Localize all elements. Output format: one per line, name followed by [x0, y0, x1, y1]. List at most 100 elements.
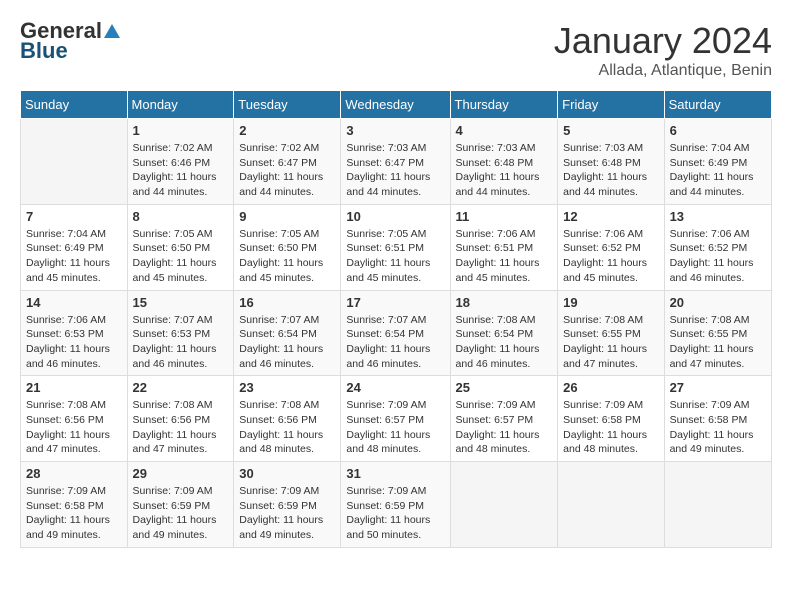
calendar-cell: 6 Sunrise: 7:04 AMSunset: 6:49 PMDaylight… — [664, 119, 771, 205]
calendar-cell — [664, 462, 771, 548]
day-info: Sunrise: 7:09 AMSunset: 6:57 PMDaylight:… — [456, 398, 553, 457]
day-info: Sunrise: 7:08 AMSunset: 6:56 PMDaylight:… — [133, 398, 229, 457]
day-info: Sunrise: 7:05 AMSunset: 6:50 PMDaylight:… — [133, 227, 229, 286]
page-header: General Blue January 2024 Allada, Atlant… — [20, 20, 772, 80]
calendar-cell: 15 Sunrise: 7:07 AMSunset: 6:53 PMDayligh… — [127, 290, 234, 376]
calendar-cell: 29 Sunrise: 7:09 AMSunset: 6:59 PMDayligh… — [127, 462, 234, 548]
day-number: 30 — [239, 466, 335, 481]
day-info: Sunrise: 7:07 AMSunset: 6:54 PMDaylight:… — [239, 313, 335, 372]
day-info: Sunrise: 7:09 AMSunset: 6:59 PMDaylight:… — [346, 484, 444, 543]
weekday-header-wednesday: Wednesday — [341, 91, 450, 119]
calendar-table: SundayMondayTuesdayWednesdayThursdayFrid… — [20, 90, 772, 548]
day-info: Sunrise: 7:09 AMSunset: 6:57 PMDaylight:… — [346, 398, 444, 457]
day-number: 27 — [670, 380, 766, 395]
day-number: 3 — [346, 123, 444, 138]
calendar-cell: 19 Sunrise: 7:08 AMSunset: 6:55 PMDayligh… — [558, 290, 664, 376]
calendar-cell: 26 Sunrise: 7:09 AMSunset: 6:58 PMDayligh… — [558, 376, 664, 462]
day-info: Sunrise: 7:02 AMSunset: 6:46 PMDaylight:… — [133, 141, 229, 200]
calendar-cell — [21, 119, 128, 205]
day-info: Sunrise: 7:06 AMSunset: 6:51 PMDaylight:… — [456, 227, 553, 286]
day-number: 5 — [563, 123, 658, 138]
day-number: 9 — [239, 209, 335, 224]
calendar-cell: 31 Sunrise: 7:09 AMSunset: 6:59 PMDayligh… — [341, 462, 450, 548]
calendar-cell: 10 Sunrise: 7:05 AMSunset: 6:51 PMDayligh… — [341, 204, 450, 290]
day-number: 11 — [456, 209, 553, 224]
day-info: Sunrise: 7:09 AMSunset: 6:58 PMDaylight:… — [563, 398, 658, 457]
calendar-cell: 1 Sunrise: 7:02 AMSunset: 6:46 PMDaylight… — [127, 119, 234, 205]
day-number: 26 — [563, 380, 658, 395]
day-info: Sunrise: 7:04 AMSunset: 6:49 PMDaylight:… — [670, 141, 766, 200]
calendar-cell — [558, 462, 664, 548]
day-number: 6 — [670, 123, 766, 138]
day-number: 1 — [133, 123, 229, 138]
day-info: Sunrise: 7:08 AMSunset: 6:56 PMDaylight:… — [239, 398, 335, 457]
day-number: 21 — [26, 380, 122, 395]
calendar-cell: 5 Sunrise: 7:03 AMSunset: 6:48 PMDaylight… — [558, 119, 664, 205]
calendar-week-row: 14 Sunrise: 7:06 AMSunset: 6:53 PMDayligh… — [21, 290, 772, 376]
calendar-cell: 28Sunrise: 7:09 AMSunset: 6:58 PMDayligh… — [21, 462, 128, 548]
weekday-header-tuesday: Tuesday — [234, 91, 341, 119]
calendar-cell: 30 Sunrise: 7:09 AMSunset: 6:59 PMDayligh… — [234, 462, 341, 548]
day-number: 2 — [239, 123, 335, 138]
day-number: 24 — [346, 380, 444, 395]
title-section: January 2024 Allada, Atlantique, Benin — [554, 20, 772, 80]
day-number: 29 — [133, 466, 229, 481]
calendar-cell: 16Sunrise: 7:07 AMSunset: 6:54 PMDayligh… — [234, 290, 341, 376]
calendar-cell: 24 Sunrise: 7:09 AMSunset: 6:57 PMDayligh… — [341, 376, 450, 462]
calendar-cell: 25Sunrise: 7:09 AMSunset: 6:57 PMDayligh… — [450, 376, 558, 462]
day-info: Sunrise: 7:08 AMSunset: 6:56 PMDaylight:… — [26, 398, 122, 457]
weekday-header-row: SundayMondayTuesdayWednesdayThursdayFrid… — [21, 91, 772, 119]
calendar-week-row: 21 Sunrise: 7:08 AMSunset: 6:56 PMDayligh… — [21, 376, 772, 462]
day-info: Sunrise: 7:09 AMSunset: 6:59 PMDaylight:… — [239, 484, 335, 543]
day-info: Sunrise: 7:08 AMSunset: 6:54 PMDaylight:… — [456, 313, 553, 372]
calendar-cell: 9 Sunrise: 7:05 AMSunset: 6:50 PMDaylight… — [234, 204, 341, 290]
day-number: 31 — [346, 466, 444, 481]
day-number: 4 — [456, 123, 553, 138]
day-number: 13 — [670, 209, 766, 224]
day-info: Sunrise: 7:02 AMSunset: 6:47 PMDaylight:… — [239, 141, 335, 200]
weekday-header-sunday: Sunday — [21, 91, 128, 119]
day-info: Sunrise: 7:08 AMSunset: 6:55 PMDaylight:… — [670, 313, 766, 372]
day-number: 17 — [346, 295, 444, 310]
day-number: 22 — [133, 380, 229, 395]
weekday-header-saturday: Saturday — [664, 91, 771, 119]
logo-triangle-icon — [103, 22, 121, 40]
day-info: Sunrise: 7:03 AMSunset: 6:47 PMDaylight:… — [346, 141, 444, 200]
weekday-header-monday: Monday — [127, 91, 234, 119]
day-info: Sunrise: 7:07 AMSunset: 6:53 PMDaylight:… — [133, 313, 229, 372]
calendar-cell: 12Sunrise: 7:06 AMSunset: 6:52 PMDayligh… — [558, 204, 664, 290]
calendar-week-row: 28Sunrise: 7:09 AMSunset: 6:58 PMDayligh… — [21, 462, 772, 548]
logo: General Blue — [20, 20, 122, 64]
calendar-cell: 20Sunrise: 7:08 AMSunset: 6:55 PMDayligh… — [664, 290, 771, 376]
calendar-cell: 14 Sunrise: 7:06 AMSunset: 6:53 PMDayligh… — [21, 290, 128, 376]
day-info: Sunrise: 7:05 AMSunset: 6:51 PMDaylight:… — [346, 227, 444, 286]
day-info: Sunrise: 7:06 AMSunset: 6:53 PMDaylight:… — [26, 313, 122, 372]
calendar-cell: 22 Sunrise: 7:08 AMSunset: 6:56 PMDayligh… — [127, 376, 234, 462]
calendar-cell — [450, 462, 558, 548]
weekday-header-thursday: Thursday — [450, 91, 558, 119]
calendar-cell: 21 Sunrise: 7:08 AMSunset: 6:56 PMDayligh… — [21, 376, 128, 462]
day-number: 10 — [346, 209, 444, 224]
day-info: Sunrise: 7:09 AMSunset: 6:58 PMDaylight:… — [26, 484, 122, 543]
day-info: Sunrise: 7:08 AMSunset: 6:55 PMDaylight:… — [563, 313, 658, 372]
day-info: Sunrise: 7:03 AMSunset: 6:48 PMDaylight:… — [456, 141, 553, 200]
day-info: Sunrise: 7:05 AMSunset: 6:50 PMDaylight:… — [239, 227, 335, 286]
day-number: 19 — [563, 295, 658, 310]
day-info: Sunrise: 7:03 AMSunset: 6:48 PMDaylight:… — [563, 141, 658, 200]
day-info: Sunrise: 7:09 AMSunset: 6:59 PMDaylight:… — [133, 484, 229, 543]
day-number: 18 — [456, 295, 553, 310]
day-info: Sunrise: 7:06 AMSunset: 6:52 PMDaylight:… — [563, 227, 658, 286]
calendar-week-row: 7Sunrise: 7:04 AMSunset: 6:49 PMDaylight… — [21, 204, 772, 290]
location: Allada, Atlantique, Benin — [554, 62, 772, 80]
day-number: 14 — [26, 295, 122, 310]
day-info: Sunrise: 7:06 AMSunset: 6:52 PMDaylight:… — [670, 227, 766, 286]
day-number: 23 — [239, 380, 335, 395]
month-title: January 2024 — [554, 20, 772, 62]
day-number: 15 — [133, 295, 229, 310]
day-info: Sunrise: 7:07 AMSunset: 6:54 PMDaylight:… — [346, 313, 444, 372]
calendar-cell: 4 Sunrise: 7:03 AMSunset: 6:48 PMDaylight… — [450, 119, 558, 205]
calendar-week-row: 1 Sunrise: 7:02 AMSunset: 6:46 PMDaylight… — [21, 119, 772, 205]
calendar-cell: 8Sunrise: 7:05 AMSunset: 6:50 PMDaylight… — [127, 204, 234, 290]
day-info: Sunrise: 7:04 AMSunset: 6:49 PMDaylight:… — [26, 227, 122, 286]
weekday-header-friday: Friday — [558, 91, 664, 119]
